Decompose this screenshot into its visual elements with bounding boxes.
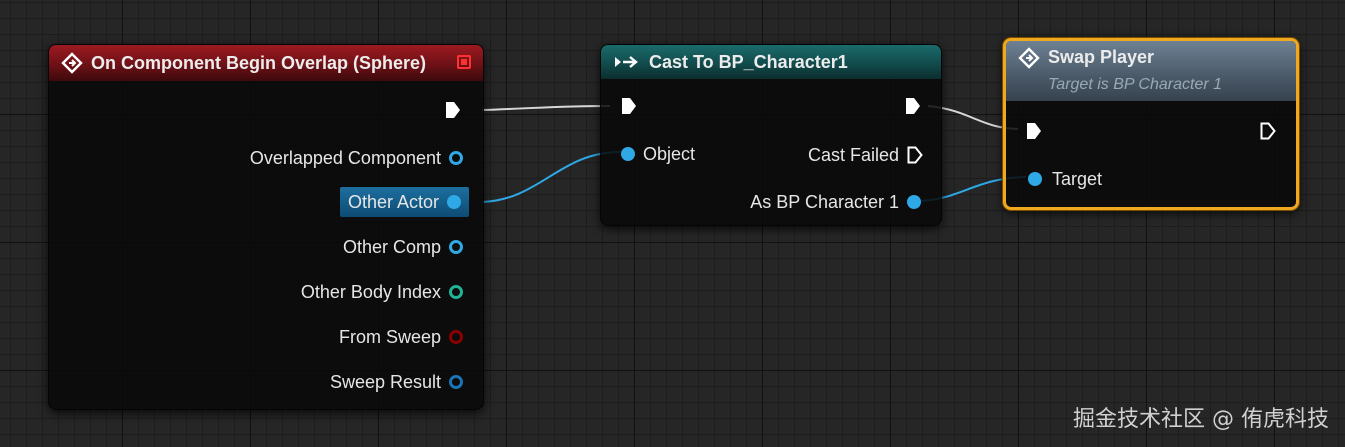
pin-label: Target [1052, 168, 1103, 189]
exec-out-pin[interactable] [445, 101, 461, 119]
object-pin-icon[interactable] [449, 151, 463, 165]
pin-label: Cast Failed [807, 144, 899, 165]
swap-player-node[interactable]: Swap Player Target is BP Character 1 Tar… [1003, 38, 1299, 210]
pin-row-overlapped-component[interactable]: Overlapped Component [250, 143, 463, 173]
pin-label: Other Actor [347, 191, 439, 212]
exec-in-pin[interactable] [621, 97, 637, 115]
object-pin-icon[interactable] [1028, 172, 1042, 186]
pin-row-target[interactable]: Target [1028, 164, 1102, 194]
pin-row-other-comp[interactable]: Other Comp [343, 232, 463, 262]
object-pin-icon[interactable] [449, 240, 463, 254]
struct-pin-icon[interactable] [449, 375, 463, 389]
pin-row-sweep-result[interactable]: Sweep Result [330, 367, 463, 397]
exec-wire-event-to-cast[interactable] [481, 105, 611, 111]
cast-node-header[interactable]: Cast To BP_Character1 [601, 45, 941, 79]
exec-out-pin[interactable] [1260, 122, 1276, 140]
pin-row-cast-failed[interactable]: Cast Failed [808, 140, 923, 170]
overlap-event-header[interactable]: On Component Begin Overlap (Sphere) [49, 45, 483, 81]
bool-pin-icon[interactable] [449, 330, 463, 344]
int-pin-icon[interactable] [449, 285, 463, 299]
pin-label: As BP Character 1 [750, 191, 899, 212]
pin-row-from-sweep[interactable]: From Sweep [339, 322, 463, 352]
swap-player-subtitle: Target is BP Character 1 [1048, 76, 1223, 93]
object-pin-icon[interactable] [447, 195, 461, 209]
stop-icon [457, 55, 471, 69]
cast-node[interactable]: Cast To BP_Character1 Object Cast Failed… [600, 44, 942, 226]
function-icon [1018, 47, 1040, 69]
pin-row-other-actor[interactable]: Other Actor [339, 187, 469, 217]
pin-label: Other Body Index [300, 281, 441, 302]
pin-row-object[interactable]: Object [621, 139, 695, 169]
overlap-event-node[interactable]: On Component Begin Overlap (Sphere) Over… [48, 44, 484, 410]
swap-player-header[interactable]: Swap Player Target is BP Character 1 [1006, 41, 1296, 101]
swap-player-title: Swap Player [1048, 47, 1155, 67]
pin-label: Object [643, 143, 696, 164]
exec-hollow-pin-icon[interactable] [907, 146, 923, 164]
object-pin-icon[interactable] [907, 195, 921, 209]
cast-icon [615, 56, 638, 68]
exec-in-pin[interactable] [1026, 122, 1042, 140]
overlap-event-title: On Component Begin Overlap (Sphere) [91, 52, 427, 73]
pin-row-other-body-index[interactable]: Other Body Index [301, 277, 463, 307]
cast-node-title: Cast To BP_Character1 [649, 51, 848, 72]
pin-row-as-bp-character[interactable]: As BP Character 1 [750, 187, 921, 217]
object-pin-icon[interactable] [621, 147, 635, 161]
pin-label: Sweep Result [329, 371, 441, 392]
pin-label: From Sweep [338, 326, 441, 347]
watermark: 掘金技术社区 @ 侑虎科技 [1073, 407, 1329, 432]
pin-label: Overlapped Component [249, 147, 441, 168]
pin-label: Other Comp [342, 236, 441, 257]
exec-out-pin[interactable] [905, 97, 921, 115]
event-diamond-icon [61, 52, 83, 74]
